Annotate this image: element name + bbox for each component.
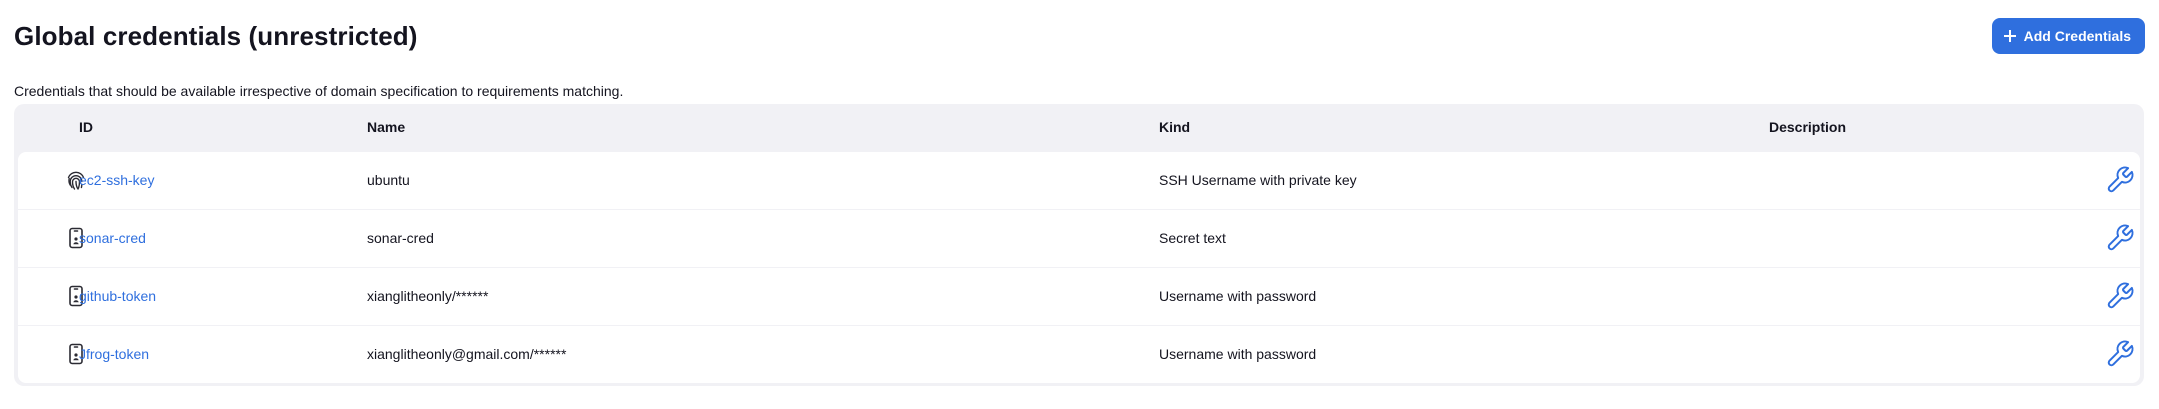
credential-id-link[interactable]: Jfrog-token — [79, 346, 149, 362]
credential-name: sonar-cred — [367, 230, 434, 246]
credential-kind: Username with password — [1159, 288, 1317, 304]
column-header-id[interactable]: ID — [79, 119, 93, 135]
credential-name: xianglitheonly/****** — [367, 288, 489, 304]
page-title: Global credentials (unrestricted) — [14, 21, 418, 51]
page-header: Global credentials (unrestricted) Add Cr… — [14, 18, 2145, 74]
plus-icon — [2003, 30, 2016, 42]
page-description: Credentials that should be available irr… — [14, 83, 624, 99]
credential-name: ubuntu — [367, 172, 410, 188]
table-row: Jfrog-token xianglitheonly@gmail.com/***… — [18, 326, 2140, 383]
column-header-kind[interactable]: Kind — [1159, 119, 1190, 135]
add-credentials-button[interactable]: Add Credentials — [1991, 18, 2145, 54]
table-row: sonar-cred sonar-cred Secret text — [18, 210, 2140, 267]
credential-kind: Secret text — [1159, 230, 1226, 246]
wrench-icon[interactable] — [2105, 281, 2135, 311]
credential-id-link[interactable]: sonar-cred — [79, 230, 146, 246]
credential-kind: Username with password — [1159, 346, 1317, 362]
credential-id-link[interactable]: ec2-ssh-key — [79, 172, 154, 188]
table-header: ID Name Kind Description — [14, 104, 2144, 152]
table-row: ec2-ssh-key ubuntu SSH Username with pri… — [18, 152, 2140, 209]
column-header-name[interactable]: Name — [367, 119, 405, 135]
credential-name: xianglitheonly@gmail.com/****** — [367, 346, 567, 362]
credential-kind: SSH Username with private key — [1159, 172, 1357, 188]
wrench-icon[interactable] — [2105, 339, 2135, 369]
wrench-icon[interactable] — [2105, 165, 2135, 195]
credential-id-link[interactable]: github-token — [79, 288, 156, 304]
table-body: ec2-ssh-key ubuntu SSH Username with pri… — [18, 152, 2140, 383]
wrench-icon[interactable] — [2105, 223, 2135, 253]
table-row: github-token xianglitheonly/****** Usern… — [18, 268, 2140, 325]
credentials-table: ID Name Kind Description ec2-ssh-key ubu… — [14, 104, 2144, 386]
add-credentials-label: Add Credentials — [2023, 28, 2131, 44]
column-header-description[interactable]: Description — [1769, 119, 1846, 135]
